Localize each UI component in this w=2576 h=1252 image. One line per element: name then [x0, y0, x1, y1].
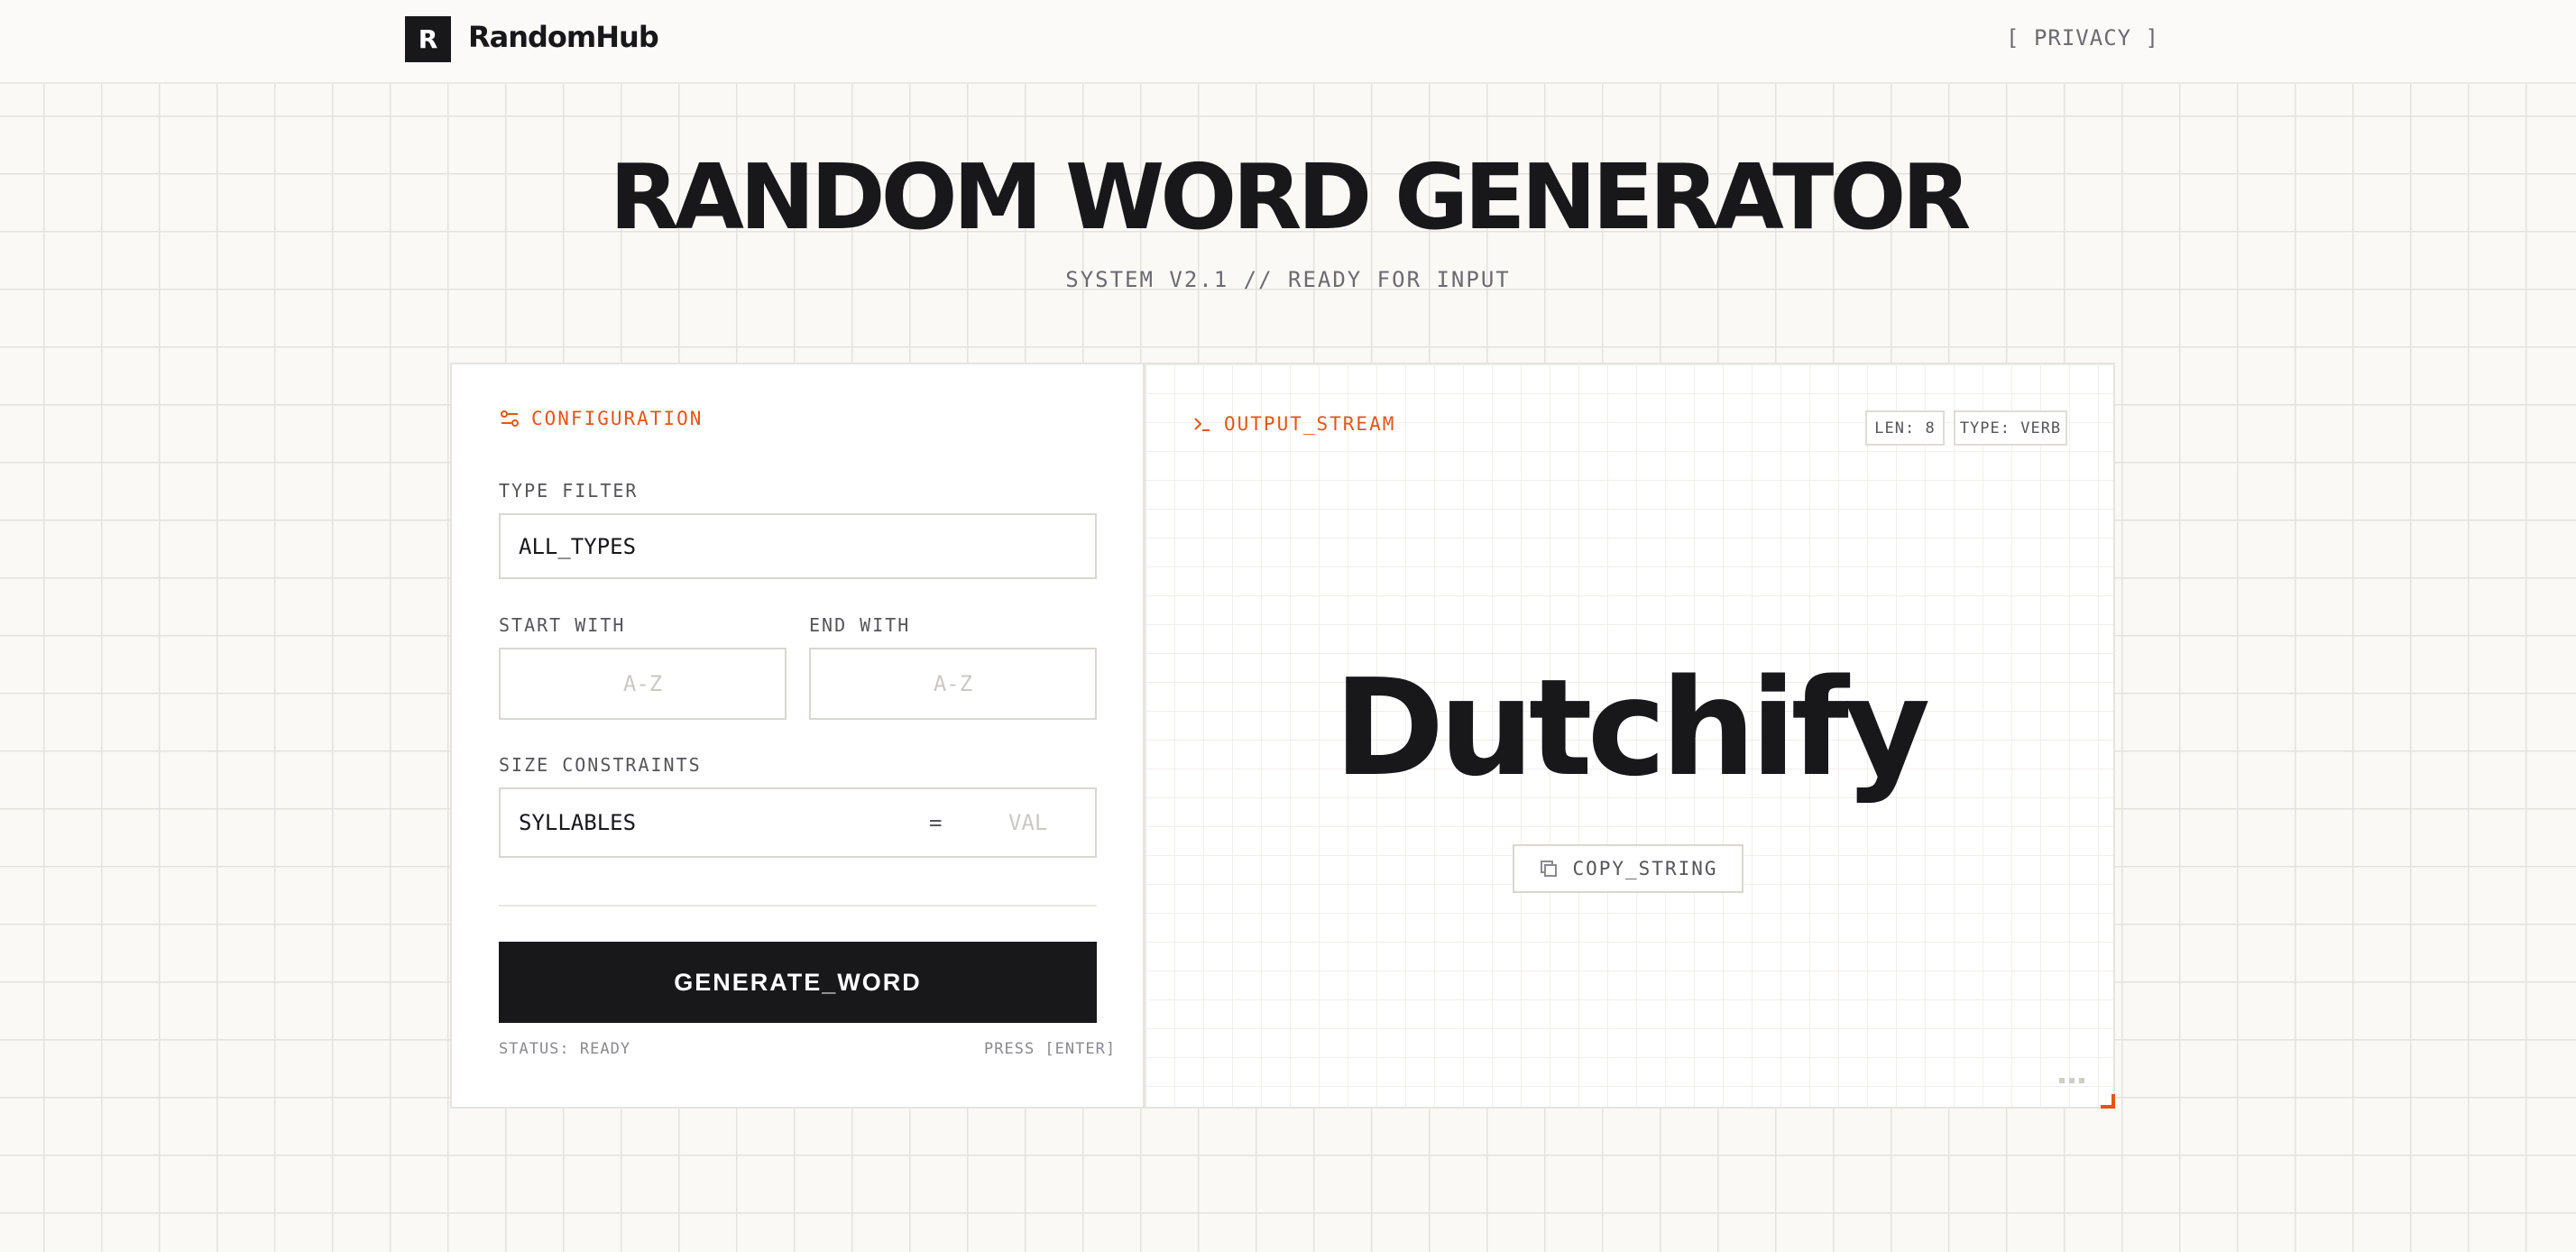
app-name[interactable]: RandomHub [468, 20, 659, 54]
configuration-heading: CONFIGURATION [499, 408, 703, 429]
size-unit-select[interactable]: SYLLABLES [519, 810, 636, 835]
type-filter-select[interactable]: ALL_TYPES [499, 513, 1097, 579]
terminal-icon [1194, 418, 1210, 431]
size-constraints-field[interactable]: SYLLABLES = VAL [499, 787, 1097, 858]
copy-string-button[interactable]: COPY_STRING [1513, 844, 1743, 893]
start-with-input[interactable]: A-Z [499, 648, 787, 720]
resize-corner-icon [2101, 1094, 2115, 1109]
size-constraints-label: SIZE CONSTRAINTS [499, 754, 702, 776]
page-title: RANDOM WORD GENERATOR [609, 144, 1972, 250]
type-badge: TYPE: VERB [1954, 410, 2067, 446]
output-heading: OUTPUT_STREAM [1191, 413, 1395, 435]
copy-icon [1541, 861, 1558, 877]
output-heading-label: OUTPUT_STREAM [1224, 413, 1396, 435]
size-value-input[interactable]: VAL [1008, 810, 1047, 835]
top-nav: R RandomHub [ PRIVACY ] [0, 0, 2576, 84]
end-with-placeholder: A-Z [933, 671, 973, 696]
size-operator[interactable]: = [929, 810, 942, 835]
logo-mark[interactable]: R [405, 16, 451, 62]
configuration-heading-label: CONFIGURATION [531, 408, 704, 429]
page-subtitle: SYSTEM V2.1 // READY FOR INPUT [1065, 267, 1511, 292]
copy-string-label: COPY_STRING [1572, 858, 1718, 879]
type-filter-value: ALL_TYPES [519, 533, 637, 559]
end-with-label: END WITH [809, 614, 911, 636]
privacy-link[interactable]: [ PRIVACY ] [2006, 25, 2159, 51]
enter-hint: PRESS [ENTER] [984, 1040, 1117, 1058]
generate-word-button[interactable]: GENERATE_WORD [499, 942, 1097, 1023]
sliders-icon [501, 410, 519, 427]
generated-word[interactable]: Dutchify [1144, 651, 2115, 805]
length-badge: LEN: 8 [1865, 410, 1945, 446]
status-text: STATUS: READY [499, 1040, 631, 1058]
type-filter-label: TYPE FILTER [499, 480, 639, 502]
end-with-input[interactable]: A-Z [809, 648, 1097, 720]
start-with-label: START WITH [499, 614, 626, 636]
config-divider [499, 905, 1097, 907]
start-with-placeholder: A-Z [622, 671, 663, 696]
more-dots-icon[interactable] [2059, 1078, 2084, 1083]
